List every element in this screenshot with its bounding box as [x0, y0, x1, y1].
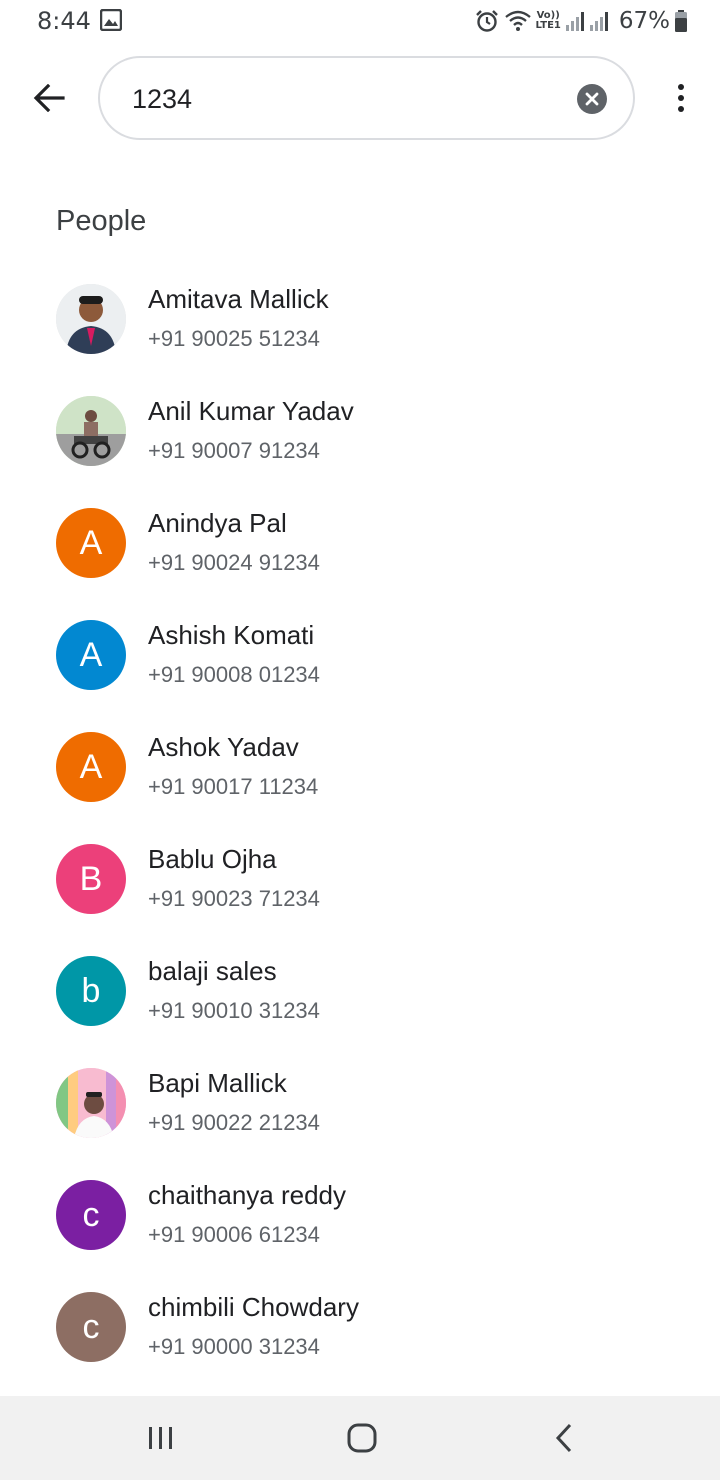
home-button[interactable]: [332, 1418, 392, 1458]
contact-photo-avatar: [56, 396, 126, 466]
contact-row[interactable]: c chaithanya reddy +91 90006 61234: [0, 1160, 720, 1272]
more-vert-dot: [678, 106, 684, 112]
contact-letter-avatar: B: [56, 844, 126, 914]
back-button[interactable]: [24, 72, 74, 124]
more-vert-icon: [678, 84, 684, 90]
status-time: 8:44: [37, 7, 91, 35]
more-options-button[interactable]: [664, 78, 698, 118]
contact-row[interactable]: Anil Kumar Yadav +91 90007 91234: [0, 376, 720, 488]
more-vert-dot: [678, 95, 684, 101]
battery-icon: [674, 9, 688, 33]
contact-row[interactable]: b balaji sales +91 90010 31234: [0, 936, 720, 1048]
signal-icon-1: [565, 10, 585, 32]
lte-text: LTE1: [535, 20, 561, 31]
contact-phone: +91 90006 61234: [148, 1222, 320, 1247]
status-icons: Vo)) LTE1 67%: [474, 6, 688, 36]
contact-name: Bablu Ojha: [148, 844, 277, 874]
contact-letter-avatar: A: [56, 620, 126, 690]
contact-phone: +91 90022 21234: [148, 1110, 320, 1135]
contact-phone: +91 90010 31234: [148, 998, 320, 1023]
contact-photo-avatar: [56, 284, 126, 354]
signal-icon-2: [589, 10, 609, 32]
contact-letter-avatar: c: [56, 1292, 126, 1362]
clear-search-button[interactable]: [577, 84, 607, 114]
contact-phone: +91 90024 91234: [148, 550, 320, 575]
contact-row[interactable]: A Anindya Pal +91 90024 91234: [0, 488, 720, 600]
contact-name: Bapi Mallick: [148, 1068, 287, 1098]
contact-phone: +91 90017 11234: [148, 774, 319, 799]
contact-name: balaji sales: [148, 956, 277, 986]
contact-photo-avatar: [56, 1068, 126, 1138]
contact-row[interactable]: A Ashish Komati +91 90008 01234: [0, 600, 720, 712]
network-label: Vo)) LTE1: [536, 11, 561, 31]
contact-phone: +91 90007 91234: [148, 438, 320, 463]
contact-row[interactable]: A Ashok Yadav +91 90017 11234: [0, 712, 720, 824]
battery-percent: 67%: [618, 8, 670, 34]
status-bar: 8:44 Vo)) LTE1 67%: [0, 0, 720, 44]
contact-name: Ashok Yadav: [148, 732, 299, 762]
alarm-icon: [474, 8, 500, 34]
contact-row[interactable]: B Bablu Ojha +91 90023 71234: [0, 824, 720, 936]
contact-name: chimbili Chowdary: [148, 1292, 359, 1322]
contact-row[interactable]: Bapi Mallick +91 90022 21234: [0, 1048, 720, 1160]
search-input[interactable]: [132, 78, 552, 120]
contact-phone: +91 90000 31234: [148, 1334, 320, 1359]
contact-list: Amitava Mallick +91 90025 51234 Anil Kumar…: [0, 264, 720, 1384]
contact-letter-avatar: b: [56, 956, 126, 1026]
search-box[interactable]: [98, 56, 635, 140]
contact-phone: +91 90008 01234: [148, 662, 320, 687]
recent-apps-icon: [149, 1427, 172, 1449]
back-arrow-icon: [33, 84, 65, 112]
contact-letter-avatar: A: [56, 732, 126, 802]
section-title: People: [56, 205, 147, 237]
contact-name: Amitava Mallick: [148, 284, 329, 314]
chevron-left-icon: [555, 1423, 572, 1453]
contact-letter-avatar: A: [56, 508, 126, 578]
contact-phone: +91 90025 51234: [148, 326, 320, 351]
contact-name: Ashish Komati: [148, 620, 315, 650]
close-icon: [585, 92, 599, 106]
back-nav-button[interactable]: [534, 1418, 594, 1458]
wifi-icon: [504, 9, 532, 33]
home-icon: [347, 1423, 377, 1453]
contact-name: chaithanya reddy: [148, 1180, 347, 1210]
recent-apps-button[interactable]: [131, 1418, 191, 1458]
navigation-bar: [0, 1396, 720, 1480]
contact-phone: +91 90023 71234: [148, 886, 320, 911]
contact-row[interactable]: Amitava Mallick +91 90025 51234: [0, 264, 720, 376]
contact-name: Anindya Pal: [148, 508, 287, 538]
gallery-icon: [99, 8, 123, 32]
contact-name: Anil Kumar Yadav: [148, 396, 354, 426]
contact-letter-avatar: c: [56, 1180, 126, 1250]
contact-row[interactable]: c chimbili Chowdary +91 90000 31234: [0, 1272, 720, 1384]
